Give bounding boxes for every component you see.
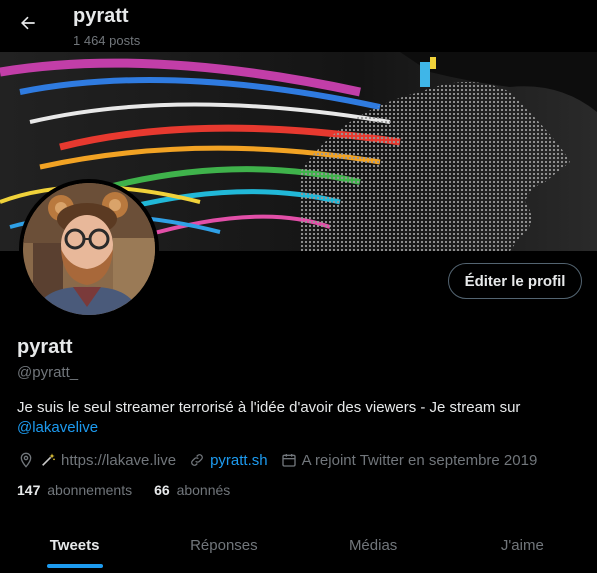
follow-stats: 147 abonnements 66 abonnés: [17, 482, 252, 498]
followers-count: 66: [154, 482, 170, 498]
avatar[interactable]: [19, 179, 159, 319]
joined-text: A rejoint Twitter en septembre 2019: [301, 451, 538, 469]
location-pin-icon: [17, 451, 35, 469]
post-count: 1 464 posts: [73, 33, 141, 48]
tab-label: Réponses: [190, 537, 258, 554]
profile-bio: Je suis le seul streamer terrorisé à l'i…: [17, 398, 577, 438]
active-tab-indicator: [46, 564, 103, 568]
website-link[interactable]: pyratt.sh: [210, 452, 268, 469]
following-count: 147: [17, 482, 41, 498]
avatar-image: [23, 183, 155, 315]
tab-tweets[interactable]: Tweets: [0, 518, 149, 573]
profile-meta: https://lakave.live pyratt.sh A rejoint …: [17, 450, 549, 470]
edit-profile-button[interactable]: Éditer le profil: [448, 263, 582, 299]
followers-label: abonnés: [176, 482, 231, 498]
arrow-left-icon: [18, 13, 38, 38]
following-label: abonnements: [47, 482, 133, 498]
profile-handle: @pyratt_: [17, 364, 79, 381]
back-button[interactable]: [14, 11, 42, 39]
following-link[interactable]: 147 abonnements: [17, 482, 132, 498]
tab-label: Médias: [348, 537, 398, 554]
profile-name: pyratt: [17, 336, 73, 358]
tab-label: J'aime: [500, 537, 544, 554]
followers-link[interactable]: 66 abonnés: [154, 482, 230, 498]
link-icon: [188, 451, 206, 469]
bio-text: Je suis le seul streamer terrorisé à l'i…: [17, 399, 521, 416]
profile-tabs: Tweets Réponses Médias J'aime: [0, 518, 597, 573]
website-item: pyratt.sh: [188, 451, 268, 469]
calendar-icon: [280, 451, 298, 469]
magic-wand-icon: [39, 451, 57, 469]
tab-likes[interactable]: J'aime: [448, 518, 597, 573]
tab-label: Tweets: [49, 537, 100, 554]
bio-mention-link[interactable]: @lakavelive: [17, 419, 98, 436]
joined-item: A rejoint Twitter en septembre 2019: [280, 451, 538, 469]
tab-replies[interactable]: Réponses: [149, 518, 298, 573]
top-bar: pyratt 1 464 posts: [0, 0, 597, 52]
location-text: https://lakave.live: [61, 451, 177, 469]
location-item: https://lakave.live: [17, 451, 176, 469]
tab-media[interactable]: Médias: [299, 518, 448, 573]
header-title: pyratt: [73, 5, 129, 27]
